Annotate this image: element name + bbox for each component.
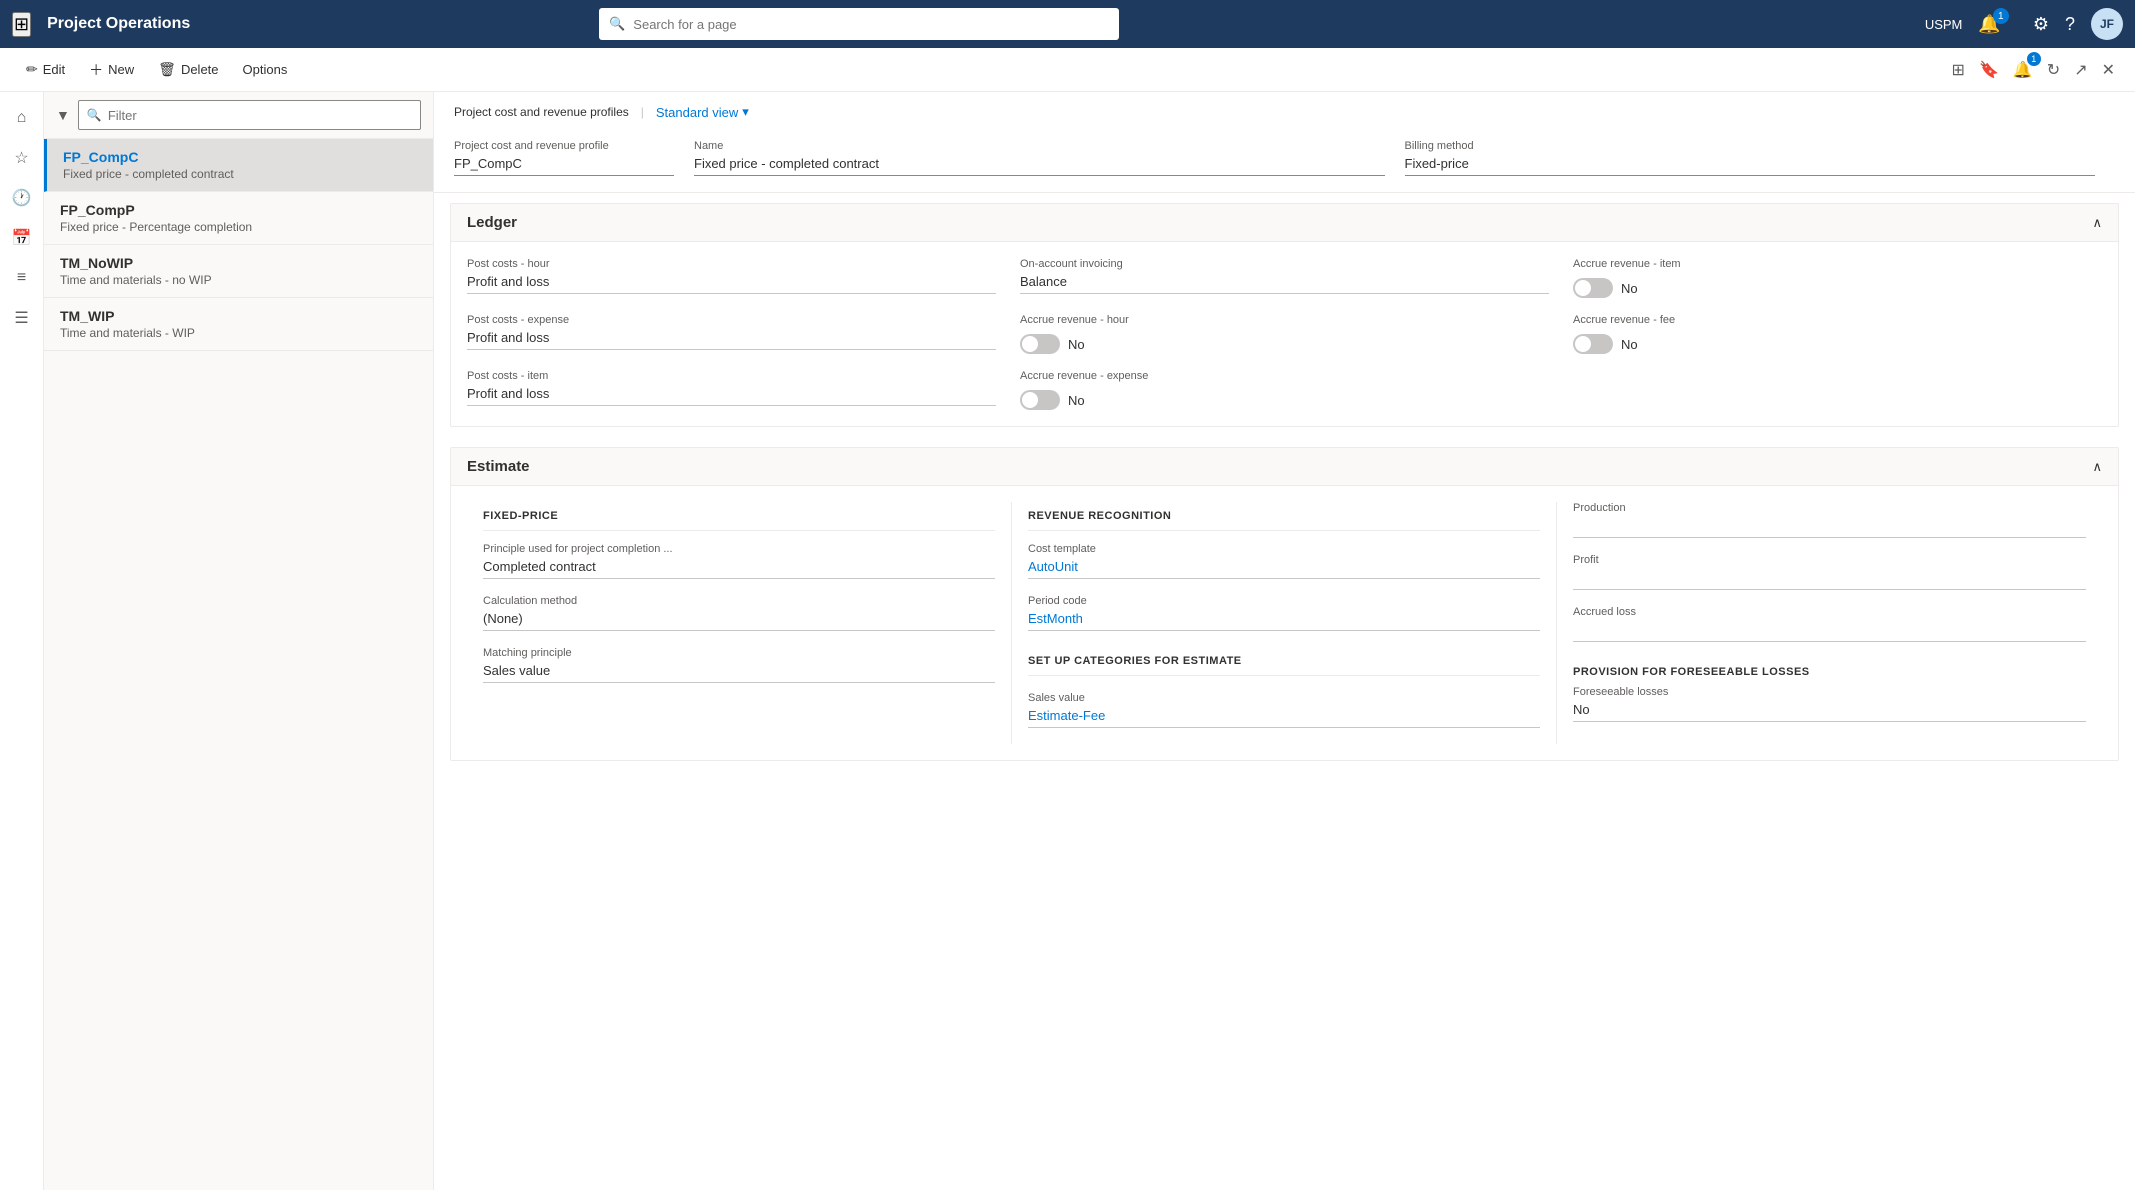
breadcrumb-parent: Project cost and revenue profiles: [454, 105, 629, 119]
sales-value-field: Sales value Estimate-Fee: [1028, 692, 1540, 728]
ledger-collapse-icon: ∧: [2092, 215, 2102, 231]
post-costs-hour-field: Post costs - hour Profit and loss: [467, 258, 996, 298]
estimate-collapse-icon: ∧: [2092, 459, 2102, 475]
matching-principle-field: Matching principle Sales value: [483, 647, 995, 683]
top-bar-right: USPM 🔔 1 ⚙ ? JF: [1925, 8, 2123, 40]
accrue-revenue-expense-toggle[interactable]: [1020, 390, 1060, 410]
production-col: Production Profit Accrued loss PROV: [1557, 502, 2102, 744]
notification-icon[interactable]: 🔔 1: [1978, 14, 2016, 35]
set-up-categories-header: SET UP CATEGORIES FOR ESTIMATE: [1028, 647, 1540, 676]
accrue-revenue-fee-field: Accrue revenue - fee No: [1573, 314, 2102, 354]
avatar[interactable]: JF: [2091, 8, 2123, 40]
accrue-revenue-fee-toggle[interactable]: [1573, 334, 1613, 354]
notification-bell-icon[interactable]: 🔔1: [2009, 56, 2037, 84]
grid-menu-icon[interactable]: ⊞: [12, 12, 31, 37]
accrue-revenue-item-toggle-row: No: [1573, 278, 2102, 298]
profile-field: Project cost and revenue profile FP_Comp…: [454, 134, 694, 182]
nav-menu-icon[interactable]: ☰: [4, 300, 40, 336]
top-bar: ⊞ Project Operations 🔍 USPM 🔔 1 ⚙ ? JF: [0, 0, 2135, 48]
provision-field: PROVISION FOR FORESEEABLE LOSSES Foresee…: [1573, 658, 2086, 722]
accrue-revenue-item-field: Accrue revenue - item No: [1573, 258, 2102, 298]
period-code-field: Period code EstMonth: [1028, 595, 1540, 631]
estimate-title: Estimate: [467, 458, 530, 475]
breadcrumb: Project cost and revenue profiles | Stan…: [454, 104, 2115, 120]
bookmark-icon[interactable]: 🔖: [1975, 56, 2003, 84]
fixed-price-col: FIXED-PRICE Principle used for project c…: [467, 502, 1012, 744]
username-label: USPM: [1925, 17, 1963, 32]
billing-method-field: Billing method Fixed-price: [1405, 134, 2116, 182]
estimate-grid: FIXED-PRICE Principle used for project c…: [467, 502, 2102, 744]
edit-button[interactable]: ✏ Edit: [16, 55, 75, 84]
search-input[interactable]: [633, 17, 1109, 32]
options-button[interactable]: Options: [233, 56, 298, 83]
content-area: Project cost and revenue profiles | Stan…: [434, 92, 2135, 1190]
ledger-section: Ledger ∧ Post costs - hour Profit and lo…: [450, 203, 2119, 427]
main-layout: ⌂ ☆ 🕐 📅 ≡ ☰ ▼ 🔍 FP_CompC Fixed price - c…: [0, 92, 2135, 1190]
estimate-section: Estimate ∧ FIXED-PRICE Principle used fo…: [450, 447, 2119, 761]
calculation-method-field: Calculation method (None): [483, 595, 995, 631]
sidebar-item-tm-nowip[interactable]: TM_NoWIP Time and materials - no WIP: [44, 245, 433, 298]
sidebar: ▼ 🔍 FP_CompC Fixed price - completed con…: [44, 92, 434, 1190]
standard-view-button[interactable]: Standard view ▾: [656, 104, 749, 120]
command-bar: ✏ Edit ＋ New 🗑 Delete Options ⊞ 🔖 🔔1 ↻ ↗…: [0, 48, 2135, 92]
accrue-revenue-hour-toggle[interactable]: [1020, 334, 1060, 354]
estimate-section-header[interactable]: Estimate ∧: [451, 448, 2118, 486]
post-costs-item-field: Post costs - item Profit and loss: [467, 370, 996, 410]
profit-field: Profit: [1573, 554, 2086, 590]
delete-button[interactable]: 🗑 Delete: [148, 55, 228, 84]
name-field: Name Fixed price - completed contract: [694, 134, 1405, 182]
search-icon: 🔍: [609, 16, 625, 32]
ledger-title: Ledger: [467, 214, 517, 231]
post-costs-expense-field: Post costs - expense Profit and loss: [467, 314, 996, 354]
nav-home-icon[interactable]: ⌂: [4, 100, 40, 136]
grid-view-icon[interactable]: ⊞: [1948, 56, 1969, 84]
accrue-revenue-item-toggle[interactable]: [1573, 278, 1613, 298]
open-external-icon[interactable]: ↗: [2070, 56, 2091, 84]
add-icon: ＋: [89, 60, 103, 80]
chevron-down-icon: ▾: [742, 104, 749, 120]
estimate-body: FIXED-PRICE Principle used for project c…: [451, 486, 2118, 760]
production-field: Production: [1573, 502, 2086, 538]
principle-field: Principle used for project completion ..…: [483, 543, 995, 579]
refresh-icon[interactable]: ↻: [2043, 56, 2064, 84]
accrue-revenue-hour-field: Accrue revenue - hour No: [1020, 314, 1549, 354]
sidebar-item-tm-wip[interactable]: TM_WIP Time and materials - WIP: [44, 298, 433, 351]
settings-icon[interactable]: ⚙: [2033, 14, 2049, 35]
ledger-section-header[interactable]: Ledger ∧: [451, 204, 2118, 242]
sidebar-list: FP_CompC Fixed price - completed contrac…: [44, 139, 433, 1190]
revenue-recognition-col: REVENUE RECOGNITION Cost template AutoUn…: [1012, 502, 1557, 744]
nav-recent-icon[interactable]: 🕐: [4, 180, 40, 216]
nav-star-icon[interactable]: ☆: [4, 140, 40, 176]
sidebar-item-fp-compp[interactable]: FP_CompP Fixed price - Percentage comple…: [44, 192, 433, 245]
delete-icon: 🗑: [158, 61, 176, 78]
ledger-body: Post costs - hour Profit and loss On-acc…: [451, 242, 2118, 426]
nav-calendar-icon[interactable]: 📅: [4, 220, 40, 256]
filter-search-icon: 🔍: [87, 108, 102, 122]
app-title: Project Operations: [47, 15, 190, 33]
cmd-bar-right: ⊞ 🔖 🔔1 ↻ ↗ ✕: [1948, 56, 2119, 84]
ledger-empty: [1573, 370, 2102, 410]
filter-input-wrapper[interactable]: 🔍: [78, 100, 421, 130]
accrued-loss-field: Accrued loss: [1573, 606, 2086, 642]
search-bar[interactable]: 🔍: [599, 8, 1119, 40]
ledger-grid: Post costs - hour Profit and loss On-acc…: [467, 258, 2102, 410]
sidebar-filter-icon[interactable]: ▼: [56, 107, 70, 123]
help-icon[interactable]: ?: [2065, 14, 2075, 35]
close-icon[interactable]: ✕: [2098, 56, 2119, 84]
filter-input[interactable]: [108, 108, 412, 123]
accrue-revenue-expense-field: Accrue revenue - expense No: [1020, 370, 1549, 410]
notification-badge: 1: [1993, 8, 2009, 24]
profile-form: Project cost and revenue profile FP_Comp…: [454, 124, 2115, 192]
edit-icon: ✏: [26, 61, 38, 78]
cost-template-field: Cost template AutoUnit: [1028, 543, 1540, 579]
left-nav: ⌂ ☆ 🕐 📅 ≡ ☰: [0, 92, 44, 1190]
on-account-invoicing-field: On-account invoicing Balance: [1020, 258, 1549, 298]
content-header: Project cost and revenue profiles | Stan…: [434, 92, 2135, 193]
new-button[interactable]: ＋ New: [79, 54, 144, 86]
sidebar-toolbar: ▼ 🔍: [44, 92, 433, 139]
sidebar-item-fp-compc[interactable]: FP_CompC Fixed price - completed contrac…: [44, 139, 433, 192]
nav-list-icon[interactable]: ≡: [4, 260, 40, 296]
